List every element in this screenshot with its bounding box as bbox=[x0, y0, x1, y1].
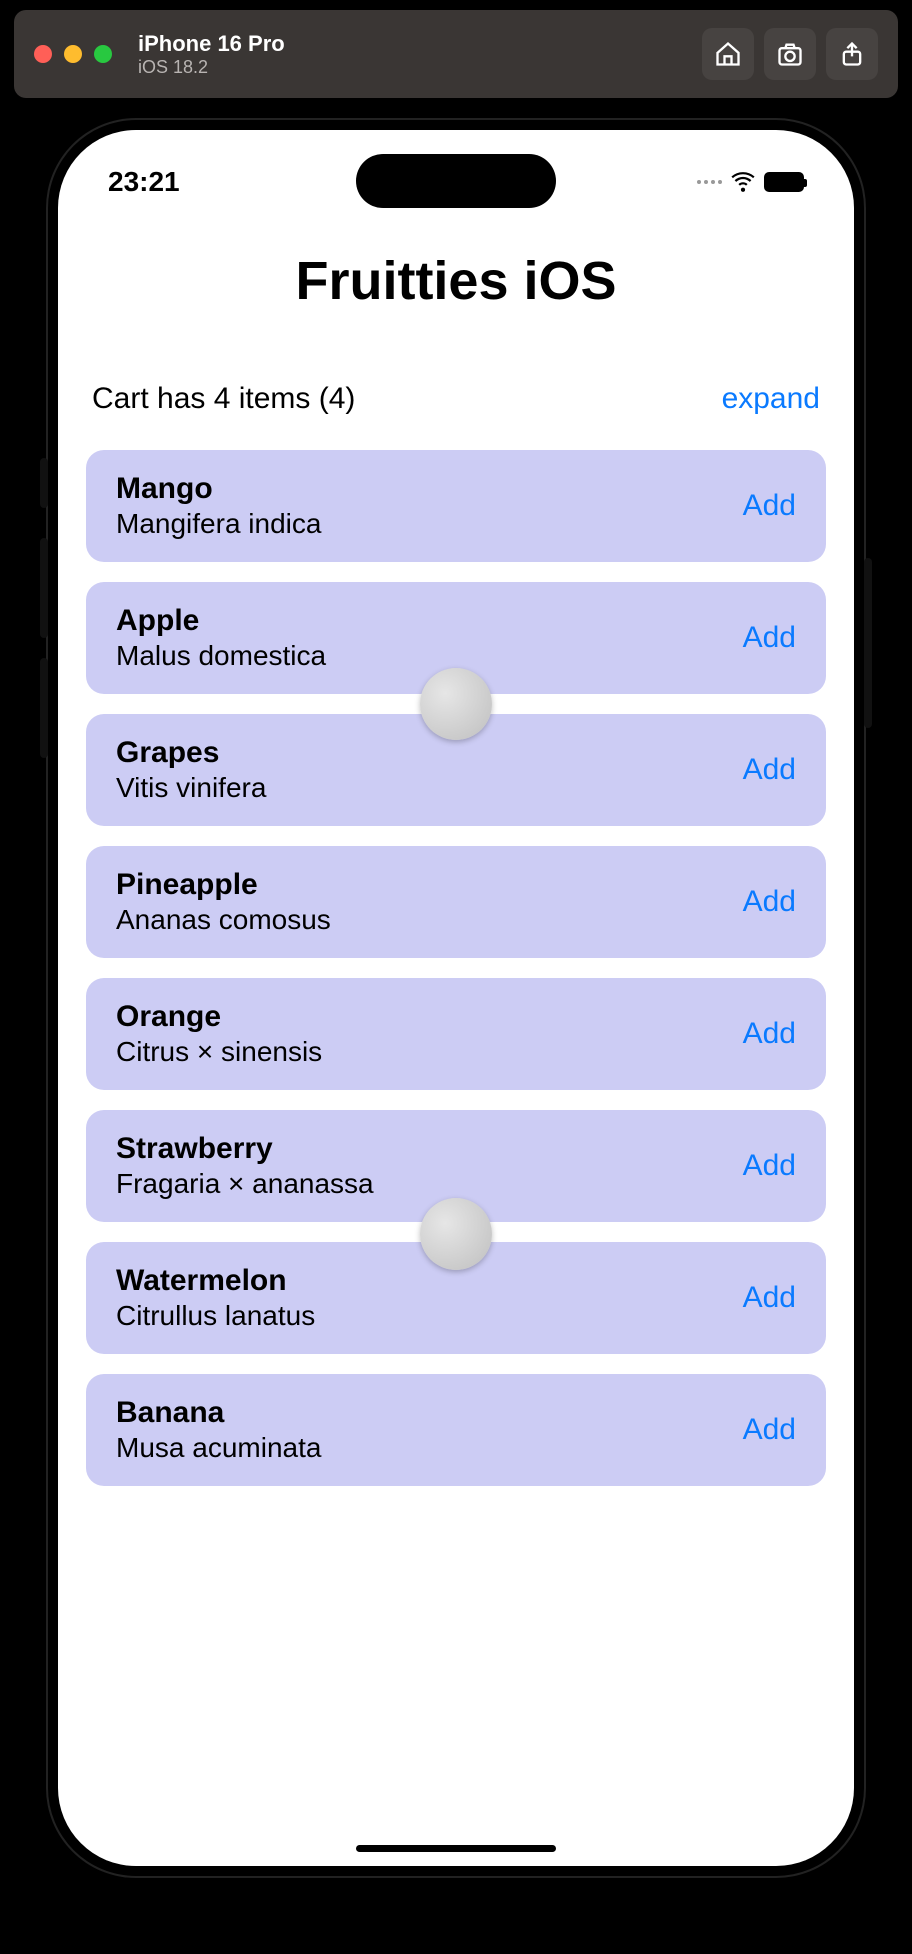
simulator-os-version: iOS 18.2 bbox=[138, 57, 285, 78]
fruit-name: Pineapple bbox=[116, 868, 331, 902]
close-window-button[interactable] bbox=[34, 45, 52, 63]
add-button[interactable]: Add bbox=[743, 1017, 796, 1051]
fruit-scientific-name: Malus domestica bbox=[116, 640, 326, 672]
touch-indicator bbox=[420, 1198, 492, 1270]
fruit-name: Grapes bbox=[116, 736, 266, 770]
fruit-card: BananaMusa acuminata Add bbox=[86, 1374, 826, 1486]
minimize-window-button[interactable] bbox=[64, 45, 82, 63]
simulator-device-name: iPhone 16 Pro bbox=[138, 31, 285, 57]
fruit-card: PineappleAnanas comosus Add bbox=[86, 846, 826, 958]
side-button bbox=[40, 538, 48, 638]
fruit-name: Apple bbox=[116, 604, 326, 638]
add-button[interactable]: Add bbox=[743, 1281, 796, 1315]
home-indicator[interactable] bbox=[356, 1845, 556, 1852]
share-button[interactable] bbox=[826, 28, 878, 80]
fruit-name: Watermelon bbox=[116, 1264, 315, 1298]
status-time: 23:21 bbox=[108, 166, 180, 198]
screenshot-button[interactable] bbox=[764, 28, 816, 80]
simulator-toolbar bbox=[702, 28, 878, 80]
fruit-scientific-name: Ananas comosus bbox=[116, 904, 331, 936]
fruit-list: MangoMangifera indica Add AppleMalus domes… bbox=[58, 416, 854, 1486]
phone-screen: 23:21 Fruitties iOS Cart has 4 items (4)… bbox=[58, 130, 854, 1866]
add-button[interactable]: Add bbox=[743, 885, 796, 919]
wifi-icon bbox=[730, 167, 756, 198]
add-button[interactable]: Add bbox=[743, 753, 796, 787]
dynamic-island bbox=[356, 154, 556, 208]
page-title: Fruitties iOS bbox=[58, 250, 854, 312]
fruit-name: Strawberry bbox=[116, 1132, 374, 1166]
add-button[interactable]: Add bbox=[743, 1149, 796, 1183]
expand-button[interactable]: expand bbox=[722, 382, 820, 416]
zoom-window-button[interactable] bbox=[94, 45, 112, 63]
phone-frame: 23:21 Fruitties iOS Cart has 4 items (4)… bbox=[46, 118, 866, 1878]
fruit-name: Mango bbox=[116, 472, 321, 506]
fruit-scientific-name: Citrullus lanatus bbox=[116, 1300, 315, 1332]
home-icon bbox=[714, 40, 742, 68]
fruit-scientific-name: Vitis vinifera bbox=[116, 772, 266, 804]
fruit-scientific-name: Citrus × sinensis bbox=[116, 1036, 322, 1068]
simulator-title-bar: iPhone 16 Pro iOS 18.2 bbox=[14, 10, 898, 98]
cart-status-text: Cart has 4 items (4) bbox=[92, 382, 355, 416]
home-button[interactable] bbox=[702, 28, 754, 80]
fruit-scientific-name: Fragaria × ananassa bbox=[116, 1168, 374, 1200]
fruit-name: Orange bbox=[116, 1000, 322, 1034]
cellular-icon bbox=[697, 180, 722, 184]
fruit-card: OrangeCitrus × sinensis Add bbox=[86, 978, 826, 1090]
side-button bbox=[40, 458, 48, 508]
fruit-scientific-name: Mangifera indica bbox=[116, 508, 321, 540]
fruit-name: Banana bbox=[116, 1396, 321, 1430]
add-button[interactable]: Add bbox=[743, 621, 796, 655]
add-button[interactable]: Add bbox=[743, 489, 796, 523]
side-button bbox=[864, 558, 872, 728]
window-controls: iPhone 16 Pro iOS 18.2 bbox=[34, 31, 285, 78]
side-button bbox=[40, 658, 48, 758]
touch-indicator bbox=[420, 668, 492, 740]
fruit-scientific-name: Musa acuminata bbox=[116, 1432, 321, 1464]
add-button[interactable]: Add bbox=[743, 1413, 796, 1447]
battery-icon bbox=[764, 172, 804, 192]
fruit-card: MangoMangifera indica Add bbox=[86, 450, 826, 562]
share-icon bbox=[838, 40, 866, 68]
camera-icon bbox=[776, 40, 804, 68]
